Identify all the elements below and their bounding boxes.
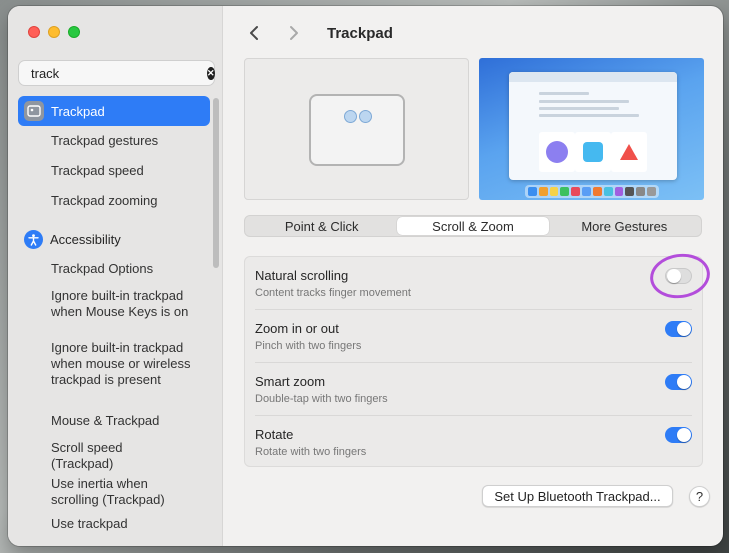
setting-row-smart-zoom: Smart zoom Double-tap with two fingers bbox=[245, 363, 702, 416]
sidebar-item-label: Accessibility bbox=[50, 231, 121, 247]
preview-window-bar bbox=[509, 72, 677, 82]
sidebar-item-label: Scroll speed (Trackpad) bbox=[51, 440, 123, 471]
setting-subtitle: Pinch with two fingers bbox=[255, 340, 362, 352]
preview-window bbox=[509, 72, 677, 180]
setting-subtitle: Double-tap with two fingers bbox=[255, 393, 388, 405]
search-field[interactable]: ✕ bbox=[18, 60, 215, 86]
sidebar-item-scroll-speed[interactable]: Scroll speed (Trackpad) bbox=[18, 436, 210, 476]
gesture-preview-trackpad bbox=[244, 58, 469, 200]
main-pane: Trackpad Point & Click Scroll & Zoom Mor… bbox=[223, 6, 723, 546]
page-title: Trackpad bbox=[327, 24, 393, 42]
setup-bluetooth-trackpad-button[interactable]: Set Up Bluetooth Trackpad... bbox=[482, 485, 673, 507]
chevron-right-icon[interactable] bbox=[283, 22, 305, 44]
trackpad-illustration bbox=[309, 94, 405, 166]
finger-dot bbox=[344, 110, 357, 123]
rotate-toggle[interactable] bbox=[665, 427, 692, 443]
tab-point-click[interactable]: Point & Click bbox=[246, 217, 397, 235]
preview-line bbox=[539, 107, 619, 110]
sidebar-item-label: Trackpad speed bbox=[51, 163, 144, 178]
sidebar-item-ignore-mouse-keys[interactable]: Ignore built-in trackpad when Mouse Keys… bbox=[18, 284, 210, 340]
sidebar-item-label: Use inertia when scrolling (Trackpad) bbox=[51, 476, 165, 507]
sidebar-item-label: Mouse & Trackpad bbox=[51, 413, 160, 428]
sidebar-item-trackpad-speed[interactable]: Trackpad speed bbox=[18, 156, 210, 186]
sidebar-item-trackpad-gestures[interactable]: Trackpad gestures bbox=[18, 126, 210, 156]
setting-row-zoom: Zoom in or out Pinch with two fingers bbox=[245, 310, 702, 363]
smart-zoom-toggle[interactable] bbox=[665, 374, 692, 390]
setting-row-rotate: Rotate Rotate with two fingers bbox=[245, 416, 702, 466]
finger-dot bbox=[359, 110, 372, 123]
sidebar-item-trackpad-options[interactable]: Trackpad Options bbox=[18, 254, 210, 284]
sidebar-item-inertia[interactable]: Use inertia when scrolling (Trackpad) bbox=[18, 476, 210, 516]
preview-line bbox=[539, 92, 589, 95]
close-button[interactable] bbox=[28, 26, 40, 38]
preview-card-circle bbox=[539, 132, 575, 172]
settings-group: Natural scrolling Content tracks finger … bbox=[244, 256, 703, 467]
settings-window: ✕ Trackpad Trackpad gestures Trackpad sp… bbox=[8, 6, 723, 546]
trackpad-icon bbox=[24, 101, 44, 121]
sidebar-item-use-trackpad[interactable]: Use trackpad bbox=[18, 516, 210, 540]
setting-title: Zoom in or out bbox=[255, 321, 339, 336]
zoom-button[interactable] bbox=[68, 26, 80, 38]
preview-line bbox=[539, 100, 629, 103]
setting-title: Natural scrolling bbox=[255, 268, 349, 283]
minimize-button[interactable] bbox=[48, 26, 60, 38]
preview-card-triangle bbox=[611, 132, 647, 172]
sidebar-item-label: Use trackpad bbox=[51, 516, 128, 531]
search-input[interactable] bbox=[31, 65, 207, 81]
sidebar-list: Trackpad Trackpad gestures Trackpad spee… bbox=[18, 96, 210, 540]
help-button[interactable]: ? bbox=[689, 486, 710, 507]
sidebar-item-mouse-trackpad[interactable]: Mouse & Trackpad bbox=[18, 406, 210, 436]
window-controls bbox=[28, 26, 80, 38]
sidebar-item-label: Ignore built-in trackpad when Mouse Keys… bbox=[51, 288, 189, 319]
setting-subtitle: Content tracks finger movement bbox=[255, 287, 411, 299]
setting-title: Rotate bbox=[255, 427, 294, 442]
sidebar-scrollbar[interactable] bbox=[213, 98, 219, 268]
sidebar-item-label: Trackpad zooming bbox=[51, 193, 158, 208]
setting-title: Smart zoom bbox=[255, 374, 326, 389]
preview-dock bbox=[525, 185, 659, 198]
setting-subtitle: Rotate with two fingers bbox=[255, 446, 367, 458]
tab-more-gestures[interactable]: More Gestures bbox=[549, 217, 700, 235]
gesture-preview-screen bbox=[479, 58, 704, 200]
clear-x-icon[interactable]: ✕ bbox=[207, 66, 215, 80]
tab-scroll-zoom[interactable]: Scroll & Zoom bbox=[397, 217, 549, 235]
sidebar-item-accessibility[interactable]: Accessibility bbox=[18, 224, 210, 254]
sidebar-item-label: Trackpad gestures bbox=[51, 133, 159, 148]
chevron-left-icon[interactable] bbox=[243, 22, 265, 44]
sidebar-item-trackpad[interactable]: Trackpad bbox=[18, 96, 210, 126]
tab-control: Point & Click Scroll & Zoom More Gesture… bbox=[244, 215, 702, 237]
preview-line bbox=[539, 114, 639, 117]
toolbar: Trackpad bbox=[243, 22, 393, 44]
accessibility-icon bbox=[24, 229, 43, 249]
sidebar: ✕ Trackpad Trackpad gestures Trackpad sp… bbox=[8, 6, 223, 546]
sidebar-item-label: Trackpad bbox=[51, 103, 105, 119]
sidebar-item-ignore-wireless-trackpad[interactable]: Ignore built-in trackpad when mouse or w… bbox=[18, 340, 210, 412]
setting-row-natural-scrolling: Natural scrolling Content tracks finger … bbox=[245, 257, 702, 310]
zoom-toggle[interactable] bbox=[665, 321, 692, 337]
preview-card-square bbox=[575, 132, 611, 172]
sidebar-item-trackpad-zooming[interactable]: Trackpad zooming bbox=[18, 186, 210, 216]
sidebar-item-label: Trackpad Options bbox=[51, 261, 154, 276]
sidebar-item-label: Ignore built-in trackpad when mouse or w… bbox=[51, 340, 191, 387]
